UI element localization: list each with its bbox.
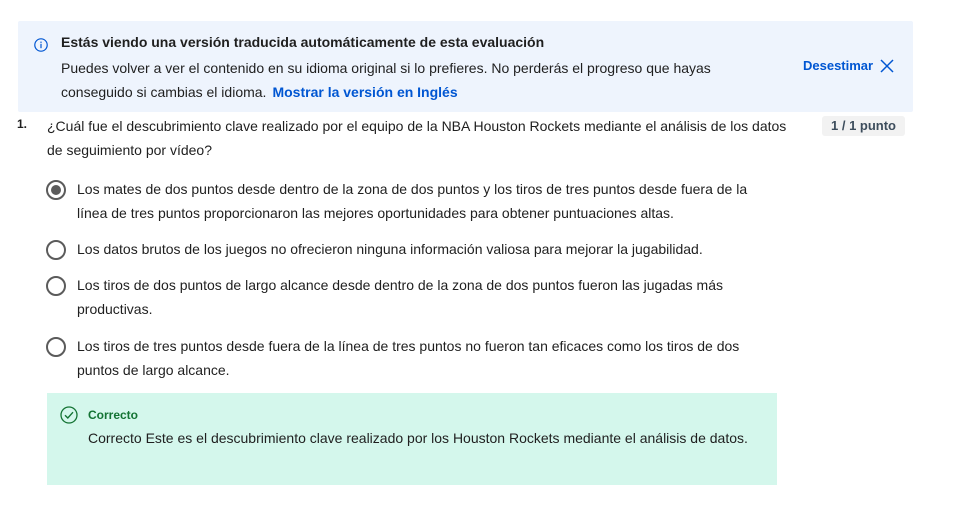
radio-button-selected[interactable] [46,180,66,200]
question-number: 1. [17,117,28,131]
banner-title: Estás viendo una versión traducida autom… [61,34,545,50]
option-1[interactable]: Los mates de dos puntos desde dentro de … [46,177,766,225]
info-icon [34,38,48,52]
close-icon[interactable] [880,58,894,73]
translation-banner: Estás viendo una versión traducida autom… [18,21,913,112]
option-label: Los tiros de tres puntos desde fuera de … [77,338,740,378]
question-text: ¿Cuál fue el descubrimiento clave realiz… [47,118,787,158]
option-2[interactable]: Los datos brutos de los juegos no ofreci… [46,237,766,261]
check-circle-icon [60,406,78,424]
radio-button[interactable] [46,240,66,260]
feedback-box: Correcto Correcto Este es el descubrimie… [47,393,777,485]
banner-body: Puedes volver a ver el contenido en su i… [61,56,781,104]
radio-button[interactable] [46,276,66,296]
option-4[interactable]: Los tiros de tres puntos desde fuera de … [46,334,766,382]
show-original-link[interactable]: Mostrar la versión en Inglés [272,84,457,100]
option-3[interactable]: Los tiros de dos puntos de largo alcance… [46,273,766,321]
feedback-text: Correcto Este es el descubrimiento clave… [88,430,748,446]
option-label: Los tiros de dos puntos de largo alcance… [77,277,723,317]
points-badge: 1 / 1 punto [822,116,905,136]
option-label: Los mates de dos puntos desde dentro de … [77,181,748,221]
radio-button[interactable] [46,337,66,357]
option-label: Los datos brutos de los juegos no ofreci… [77,241,703,257]
dismiss-button[interactable]: Desestimar [803,58,894,73]
feedback-status: Correcto [88,408,139,422]
dismiss-label: Desestimar [803,58,874,73]
